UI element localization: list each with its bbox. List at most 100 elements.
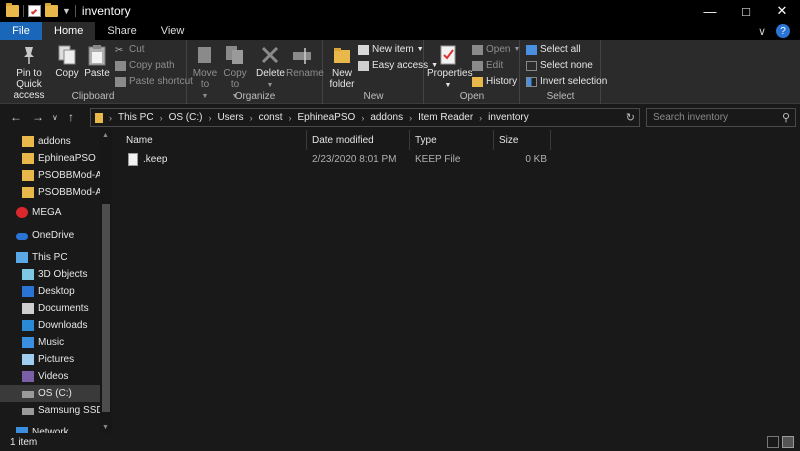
nav-item-samsung-ssd-d[interactable]: Samsung SSD (D bbox=[0, 402, 100, 419]
folder-icon bbox=[22, 136, 34, 147]
copy-button[interactable]: Copy bbox=[55, 44, 79, 79]
maximize-button[interactable]: □ bbox=[728, 0, 764, 22]
scrollbar-thumb[interactable] bbox=[102, 204, 110, 412]
breadcrumb-item[interactable]: OS (C:) bbox=[166, 112, 206, 123]
view-switcher bbox=[767, 436, 794, 448]
paste-shortcut-icon bbox=[115, 76, 126, 87]
breadcrumb-item[interactable]: Users bbox=[214, 112, 246, 123]
column-header-type[interactable]: Type bbox=[411, 130, 494, 150]
nav-item-label: Pictures bbox=[38, 354, 75, 365]
nav-item-network[interactable]: Network bbox=[0, 424, 100, 433]
nav-item-music[interactable]: Music bbox=[0, 334, 100, 351]
breadcrumb-item[interactable]: This PC bbox=[115, 112, 157, 123]
file-size: 0 KB bbox=[525, 154, 547, 165]
nav-item-label: OS (C:) bbox=[38, 388, 72, 399]
tab-view[interactable]: View bbox=[149, 22, 197, 40]
nav-item-3d-objects[interactable]: 3D Objects bbox=[0, 266, 100, 283]
select-all-button[interactable]: Select all bbox=[526, 44, 581, 55]
nav-item-addons[interactable]: addons bbox=[0, 133, 100, 150]
invert-selection-icon bbox=[526, 76, 537, 87]
nav-item-pictures[interactable]: Pictures bbox=[0, 351, 100, 368]
copy-to-icon bbox=[224, 44, 246, 66]
nav-item-psobbmod-adc[interactable]: PSOBBMod-Adc bbox=[0, 167, 100, 184]
nav-item-onedrive[interactable]: OneDrive bbox=[0, 227, 100, 244]
navigation-pane: addons EphineaPSO PSOBBMod-Adc PSOBBMod-Adc… bbox=[0, 130, 112, 433]
delete-icon bbox=[259, 44, 281, 66]
breadcrumb-item[interactable]: Item Reader bbox=[415, 112, 476, 123]
title-bar: ▼ inventory — □ ✕ bbox=[0, 0, 800, 22]
paste-shortcut-button[interactable]: Paste shortcut bbox=[115, 76, 193, 87]
file-icon bbox=[128, 153, 138, 166]
divider bbox=[74, 5, 76, 17]
file-row[interactable]: .keep 2/23/2020 8:01 PM KEEP File 0 KB bbox=[112, 152, 800, 169]
tab-home[interactable]: Home bbox=[42, 22, 96, 40]
scroll-down-icon[interactable]: ▼ bbox=[102, 424, 109, 431]
nav-item-psobbmod-adc[interactable]: PSOBBMod-Adc bbox=[0, 184, 100, 201]
nav-item-label: Samsung SSD (D bbox=[38, 405, 100, 416]
nav-item-mega[interactable]: MEGA bbox=[0, 204, 100, 221]
breadcrumb-item[interactable]: inventory bbox=[485, 112, 532, 123]
forward-arrow-icon[interactable]: → bbox=[32, 110, 44, 124]
details-view-icon[interactable] bbox=[767, 436, 779, 448]
organize-group-label: Organize bbox=[234, 91, 276, 102]
large-icons-view-icon[interactable] bbox=[782, 436, 794, 448]
select-none-button[interactable]: Select none bbox=[526, 60, 593, 71]
history-button[interactable]: History bbox=[472, 76, 517, 87]
nav-item-this-pc[interactable]: This PC bbox=[0, 249, 100, 266]
select-group: Select all Select none Invert selection … bbox=[521, 40, 607, 104]
customize-toolbar-icon[interactable]: ▼ bbox=[62, 6, 71, 16]
help-icon[interactable]: ? bbox=[776, 24, 790, 38]
recent-locations-icon[interactable]: ∨ bbox=[52, 113, 58, 122]
easy-access-icon bbox=[358, 60, 369, 71]
back-arrow-icon[interactable]: ← bbox=[10, 110, 22, 124]
paste-button[interactable]: Paste bbox=[84, 44, 110, 79]
cut-button[interactable]: ✂ Cut bbox=[115, 44, 145, 56]
minimize-button[interactable]: — bbox=[692, 0, 728, 22]
close-button[interactable]: ✕ bbox=[764, 0, 800, 22]
scroll-up-icon[interactable]: ▲ bbox=[102, 132, 109, 139]
edit-button[interactable]: Edit bbox=[472, 60, 503, 71]
folder-icon bbox=[6, 3, 19, 17]
clipboard-group-label: Clipboard bbox=[71, 91, 115, 102]
address-bar[interactable]: › This PC › OS (C:) › Users › const › Ep… bbox=[90, 108, 640, 127]
window-controls: — □ ✕ bbox=[692, 0, 800, 22]
breadcrumb-item[interactable]: const bbox=[256, 112, 286, 123]
nav-item-ephineapso[interactable]: EphineaPSO bbox=[0, 150, 100, 167]
open-button[interactable]: Open ▼ bbox=[472, 44, 520, 55]
column-header-size[interactable]: Size bbox=[495, 130, 551, 150]
item-count: 1 item bbox=[10, 436, 38, 448]
divider bbox=[23, 5, 24, 17]
column-header-date[interactable]: Date modified bbox=[308, 130, 410, 150]
new-folder-icon bbox=[331, 44, 353, 66]
nav-item-os-c[interactable]: OS (C:) bbox=[0, 385, 100, 402]
chevron-down-icon[interactable]: ∨ bbox=[758, 25, 766, 38]
copy-path-icon bbox=[115, 60, 126, 71]
breadcrumb-item[interactable]: addons bbox=[367, 112, 406, 123]
breadcrumb-item[interactable]: EphineaPSO bbox=[294, 112, 358, 123]
nav-item-videos[interactable]: Videos bbox=[0, 368, 100, 385]
tab-share[interactable]: Share bbox=[95, 22, 148, 40]
up-arrow-icon[interactable]: ↑ bbox=[68, 110, 74, 124]
nav-item-label: OneDrive bbox=[32, 230, 75, 241]
nav-item-label: This PC bbox=[32, 252, 68, 263]
nav-item-label: addons bbox=[38, 136, 71, 147]
nav-item-documents[interactable]: Documents bbox=[0, 300, 100, 317]
new-folder-button[interactable]: New folder bbox=[326, 44, 358, 90]
delete-button[interactable]: Delete ▼ bbox=[256, 44, 285, 91]
pictures-icon bbox=[22, 354, 34, 365]
copy-path-button[interactable]: Copy path bbox=[115, 60, 175, 71]
properties-button[interactable]: Properties ▼ bbox=[427, 44, 473, 91]
open-group-label: Open bbox=[459, 91, 485, 102]
properties-icon[interactable] bbox=[28, 5, 41, 17]
new-item-button[interactable]: New item ▼ bbox=[358, 44, 424, 55]
tab-file[interactable]: File bbox=[0, 22, 42, 40]
invert-selection-button[interactable]: Invert selection bbox=[526, 76, 607, 87]
nav-scrollbar[interactable]: ▲ ▼ bbox=[100, 130, 112, 433]
nav-item-desktop[interactable]: Desktop bbox=[0, 283, 100, 300]
column-header-name[interactable]: Name bbox=[112, 130, 307, 150]
rename-button[interactable]: Rename bbox=[286, 44, 324, 79]
refresh-icon[interactable]: ↻ bbox=[626, 111, 635, 124]
nav-item-downloads[interactable]: Downloads bbox=[0, 317, 100, 334]
search-input[interactable]: Search inventory ⚲ bbox=[646, 108, 796, 127]
new-folder-icon[interactable] bbox=[45, 3, 58, 17]
